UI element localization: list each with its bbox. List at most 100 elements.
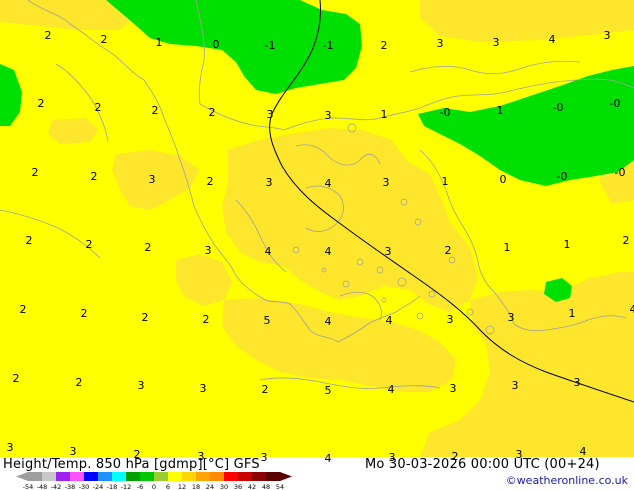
temperature-value: 3 <box>205 244 212 257</box>
temperature-value: 1 <box>564 238 571 251</box>
temperature-value: 1 <box>569 307 576 320</box>
legend-swatch <box>182 472 197 481</box>
legend-tick-label: 54 <box>276 483 284 490</box>
legend-tick-label: 6 <box>166 483 170 490</box>
temperature-value: 2 <box>101 33 108 46</box>
map-title: Height/Temp. 850 hPa [gdmp][°C] GFS <box>3 457 260 472</box>
temperature-value: 3 <box>138 379 145 392</box>
temperature-value: 3 <box>149 173 156 186</box>
temperature-value: 3 <box>604 29 611 42</box>
legend-swatch <box>126 472 141 481</box>
legend-swatch <box>154 472 169 481</box>
temperature-value: 2 <box>142 311 149 324</box>
legend-tick-label: 12 <box>178 483 186 490</box>
legend-swatch <box>56 472 71 481</box>
temperature-value: 2 <box>32 166 39 179</box>
temperature-value: 2 <box>45 29 52 42</box>
temperature-value: 4 <box>388 383 395 396</box>
temperature-value: 3 <box>325 109 332 122</box>
temperature-value: 3 <box>200 382 207 395</box>
color-legend: -54 -48 -42 -38 -30 -24 -18 -12 -6 0 6 12 18 24 30 36 42… <box>16 472 292 490</box>
legend-tick-label: -12 <box>121 483 132 490</box>
legend-arrow-left <box>16 472 28 481</box>
legend-tick-label: -38 <box>65 483 76 490</box>
temperature-value: 0 <box>500 173 507 186</box>
legend-swatch <box>84 472 99 481</box>
temperature-value: 2 <box>26 234 33 247</box>
temperature-value: 4 <box>325 245 332 258</box>
temperature-value: 2 <box>209 106 216 119</box>
temperature-value: 1 <box>156 36 163 49</box>
temperature-value: -0 <box>553 101 564 114</box>
legend-tick-label: 48 <box>262 483 270 490</box>
temperature-value: 1 <box>504 241 511 254</box>
temperature-value: 5 <box>325 384 332 397</box>
temperature-value: 3 <box>508 311 515 324</box>
legend-swatch <box>70 472 85 481</box>
legend-tick-label: -30 <box>79 483 90 490</box>
temperature-value: 4 <box>265 245 272 258</box>
temperature-value: 2 <box>207 175 214 188</box>
valid-time: Mo 30-03-2026 00:00 UTC (00+24) <box>365 457 600 472</box>
legend-swatch <box>112 472 127 481</box>
temperature-value: 1 <box>497 104 504 117</box>
legend-tick-label: -18 <box>107 483 118 490</box>
legend-swatch <box>238 472 253 481</box>
temperature-value: 3 <box>574 376 581 389</box>
temperature-value: 3 <box>437 37 444 50</box>
temperature-value: -0 <box>440 106 451 119</box>
legend-tick-label: -6 <box>137 483 143 490</box>
credit-link[interactable]: ©weatheronline.co.uk <box>506 474 628 487</box>
temperature-value: 5 <box>264 314 271 327</box>
legend-swatch <box>98 472 113 481</box>
temperature-value: 3 <box>7 441 14 454</box>
temperature-value: 2 <box>76 376 83 389</box>
temperature-value: 2 <box>38 97 45 110</box>
temperature-value: 2 <box>152 104 159 117</box>
temperature-value: -1 <box>265 39 276 52</box>
temperature-value: -0 <box>610 97 621 110</box>
temperature-map: 2 2 1 0 -1 -1 2 3 3 4 32 2 2 2 3 3 1 -0 1 -0 -02 2 3 2 3 4 3 1 0 -0 -0… <box>0 0 634 490</box>
temperature-value: 3 <box>385 245 392 258</box>
legend-tick-label: 18 <box>192 483 200 490</box>
legend-tick-label: -54 <box>23 483 34 490</box>
legend-swatch <box>42 472 57 481</box>
temperature-value: 2 <box>13 372 20 385</box>
temperature-value: 2 <box>91 170 98 183</box>
legend-swatch <box>168 472 183 481</box>
legend-swatch <box>252 472 267 481</box>
temperature-value: 2 <box>145 241 152 254</box>
temperature-value: 4 <box>325 315 332 328</box>
legend-tick-label: 30 <box>220 483 228 490</box>
map-figure: { "footer": { "title": "Height/Temp. 850… <box>0 0 634 490</box>
legend-swatch <box>266 472 281 481</box>
temperature-value: 3 <box>512 379 519 392</box>
temperature-value: 2 <box>262 383 269 396</box>
temperature-value: 4 <box>325 177 332 190</box>
temperature-value: 2 <box>86 238 93 251</box>
temperature-value: 2 <box>20 303 27 316</box>
legend-tick-label: -24 <box>93 483 104 490</box>
legend-swatch <box>196 472 211 481</box>
temperature-value: 2 <box>381 39 388 52</box>
temperature-value: -0 <box>557 170 568 183</box>
legend-tick-label: 42 <box>248 483 256 490</box>
legend-tick-label: 0 <box>152 483 156 490</box>
temperature-value: 4 <box>325 452 332 465</box>
legend-arrow-right <box>280 472 292 481</box>
temperature-value: 4 <box>549 33 556 46</box>
temperature-value: 2 <box>203 313 210 326</box>
legend-tick-label: -48 <box>37 483 48 490</box>
temperature-value: 3 <box>261 451 268 464</box>
temperature-value: 2 <box>81 307 88 320</box>
temperature-value: 3 <box>383 176 390 189</box>
temperature-value: 1 <box>381 108 388 121</box>
legend-swatch <box>224 472 239 481</box>
temperature-value: 0 <box>213 38 220 51</box>
temperature-value: 2 <box>623 234 630 247</box>
temperature-value: 3 <box>267 108 274 121</box>
temperature-value: 3 <box>266 176 273 189</box>
legend-tick-label: -42 <box>51 483 62 490</box>
temperature-value: -1 <box>323 39 334 52</box>
temperature-value: 2 <box>95 101 102 114</box>
